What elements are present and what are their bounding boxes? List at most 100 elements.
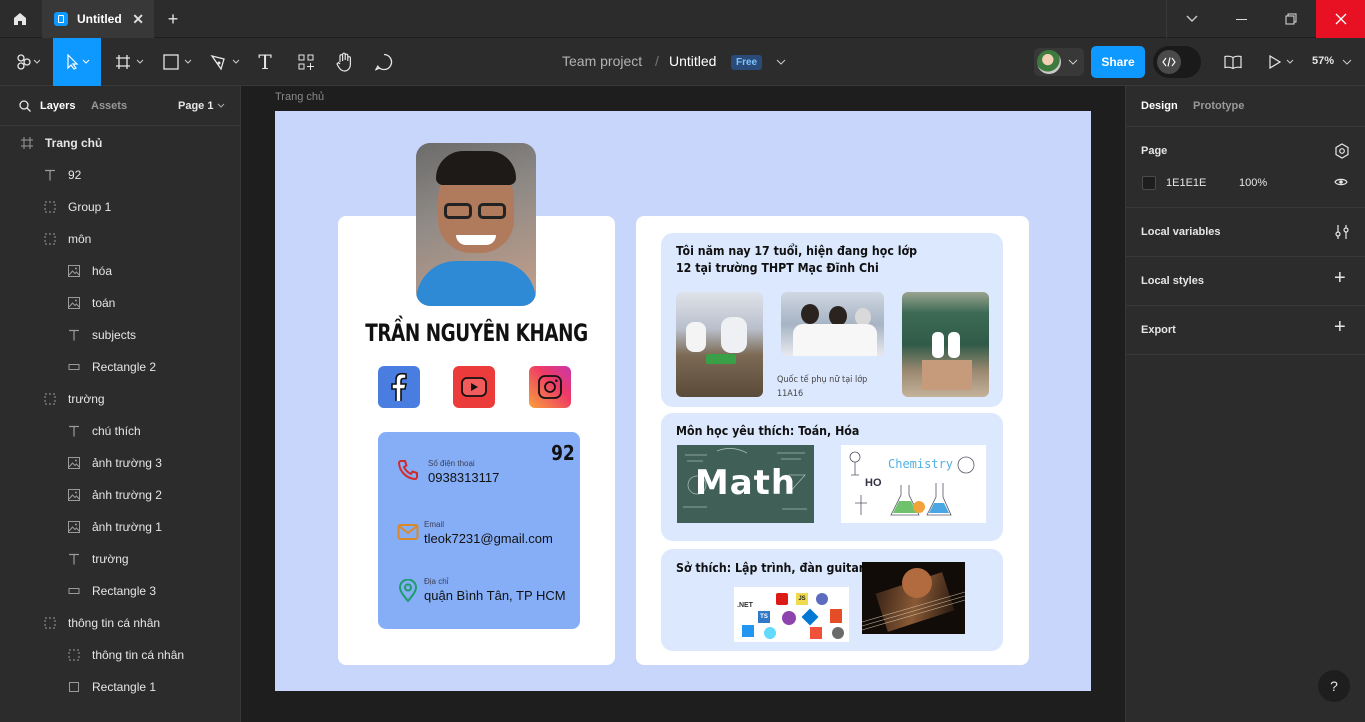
toolbar: T Team project / Untitled Free Share 57% bbox=[0, 38, 1365, 86]
hand-tool-icon[interactable] bbox=[332, 38, 358, 86]
minimize-icon[interactable] bbox=[1216, 0, 1266, 38]
present-icon[interactable] bbox=[1265, 38, 1299, 86]
guitar-image[interactable] bbox=[862, 562, 965, 634]
restore-icon[interactable] bbox=[1266, 0, 1316, 38]
tab-design[interactable]: Design bbox=[1141, 100, 1178, 112]
facebook-icon[interactable] bbox=[378, 366, 420, 408]
school-photo-2[interactable] bbox=[781, 292, 884, 356]
layer-row[interactable]: trường bbox=[43, 383, 105, 415]
school-photo-3[interactable] bbox=[902, 292, 989, 397]
layer-name: toán bbox=[92, 296, 116, 310]
eye-icon[interactable] bbox=[1334, 177, 1348, 187]
home-icon[interactable] bbox=[0, 0, 40, 38]
file-tab[interactable]: Untitled ✕ bbox=[42, 0, 154, 38]
layer-row[interactable]: Trang chủ bbox=[20, 127, 102, 159]
move-tool-icon[interactable] bbox=[53, 38, 101, 86]
close-icon[interactable]: ✕ bbox=[132, 11, 144, 28]
tab-prototype[interactable]: Prototype bbox=[1193, 100, 1244, 112]
export-label[interactable]: Export bbox=[1141, 324, 1176, 336]
canvas[interactable]: Trang chủ TRẦN NGUYÊN KHANG 92 Số điện t… bbox=[242, 86, 1125, 722]
page-opacity-value[interactable]: 100% bbox=[1239, 177, 1267, 189]
math-image[interactable]: Math bbox=[677, 445, 814, 523]
phone-value[interactable]: 0938313117 bbox=[428, 470, 499, 485]
programming-logos-image[interactable]: .NET JS TS bbox=[734, 587, 849, 642]
contact-number[interactable]: 92 bbox=[551, 441, 575, 465]
tab-assets[interactable]: Assets bbox=[91, 100, 127, 112]
chemistry-image[interactable]: Chemistry HO bbox=[841, 445, 986, 523]
layer-row[interactable]: ảnh trường 1 bbox=[67, 511, 162, 543]
layer-row[interactable]: toán bbox=[67, 287, 115, 319]
zoom-level[interactable]: 57% bbox=[1312, 55, 1334, 67]
page-selector[interactable]: Page 1 bbox=[178, 100, 213, 112]
hobbies-title[interactable]: Sở thích: Lập trình, đàn guitar bbox=[676, 561, 864, 575]
window-close-icon[interactable] bbox=[1316, 0, 1365, 38]
subjects-title[interactable]: Môn học yêu thích: Toán, Hóa bbox=[676, 424, 859, 438]
layer-row[interactable]: subjects bbox=[67, 319, 136, 351]
variables-icon[interactable] bbox=[1334, 224, 1350, 240]
layer-name: Trang chủ bbox=[45, 136, 103, 150]
layer-row[interactable]: ảnh trường 2 bbox=[67, 479, 162, 511]
chevron-down-icon[interactable] bbox=[1166, 0, 1216, 38]
dev-mode-toggle[interactable] bbox=[1153, 46, 1201, 78]
add-style-icon[interactable]: + bbox=[1334, 267, 1346, 290]
school-text[interactable]: Tôi năm nay 17 tuổi, hiện đang học lớp 1… bbox=[676, 243, 917, 277]
email-value[interactable]: tleok7231@gmail.com bbox=[424, 531, 553, 546]
frame-label[interactable]: Trang chủ bbox=[275, 91, 324, 103]
group-icon bbox=[43, 392, 57, 406]
rectangle-tool-icon[interactable] bbox=[160, 38, 196, 86]
layer-row[interactable]: 92 bbox=[43, 159, 81, 191]
frame-tool-icon[interactable] bbox=[112, 38, 148, 86]
school-photo-1[interactable] bbox=[676, 292, 763, 397]
profile-photo[interactable] bbox=[416, 143, 536, 306]
school-text-line1: Tôi năm nay 17 tuổi, hiện đang học lớp bbox=[676, 244, 918, 258]
csharp-logo-icon bbox=[816, 593, 828, 605]
resources-tool-icon[interactable] bbox=[293, 38, 319, 86]
search-icon[interactable] bbox=[19, 100, 31, 112]
layer-row[interactable]: thông tin cá nhân bbox=[67, 639, 184, 671]
layer-name: trường bbox=[68, 392, 105, 406]
youtube-icon[interactable] bbox=[453, 366, 495, 408]
add-export-icon[interactable]: + bbox=[1334, 316, 1346, 339]
local-styles-label[interactable]: Local styles bbox=[1141, 275, 1204, 287]
page-color-value[interactable]: 1E1E1E bbox=[1166, 177, 1206, 189]
react-logo-icon bbox=[764, 627, 776, 639]
frame-trang-chu[interactable]: TRẦN NGUYÊN KHANG 92 Số điện thoại 09383… bbox=[275, 111, 1091, 691]
plus-icon[interactable]: + bbox=[162, 0, 184, 38]
layer-row[interactable]: Rectangle 2 bbox=[67, 351, 156, 383]
js-logo: JS bbox=[796, 593, 808, 605]
layer-row[interactable]: Group 1 bbox=[43, 191, 111, 223]
local-variables-label[interactable]: Local variables bbox=[1141, 226, 1221, 238]
layer-row[interactable]: Rectangle 3 bbox=[67, 575, 156, 607]
address-value[interactable]: quận Bình Tân, TP HCM bbox=[424, 588, 566, 603]
school-caption[interactable]: Quốc tế phụ nữ tại lớp 11A16 bbox=[777, 373, 867, 401]
email-label: Email bbox=[424, 520, 445, 529]
layer-row[interactable]: môn bbox=[43, 223, 91, 255]
file-menu-chevron-icon[interactable] bbox=[774, 38, 788, 86]
layer-row[interactable]: thông tin cá nhân bbox=[43, 607, 160, 639]
page-settings-icon[interactable] bbox=[1334, 143, 1350, 159]
page-color-swatch[interactable] bbox=[1142, 176, 1156, 190]
file-name[interactable]: Untitled bbox=[669, 53, 716, 69]
share-button[interactable]: Share bbox=[1091, 46, 1145, 78]
main-menu-icon[interactable] bbox=[8, 38, 48, 86]
help-button[interactable]: ? bbox=[1318, 670, 1350, 702]
text-tool-icon[interactable]: T bbox=[252, 38, 278, 86]
layer-name: hóa bbox=[92, 264, 113, 278]
layer-row[interactable]: ảnh trường 3 bbox=[67, 447, 162, 479]
instagram-icon[interactable] bbox=[529, 366, 571, 408]
tab-layers[interactable]: Layers bbox=[40, 100, 75, 112]
tab-title: Untitled bbox=[77, 12, 122, 26]
library-icon[interactable] bbox=[1220, 38, 1246, 86]
figma-file-icon bbox=[54, 12, 68, 26]
layer-row[interactable]: hóa bbox=[67, 255, 112, 287]
breadcrumb-team[interactable]: Team project bbox=[562, 53, 642, 69]
layer-row[interactable]: chú thích bbox=[67, 415, 141, 447]
profile-name[interactable]: TRẦN NGUYÊN KHANG bbox=[359, 319, 594, 347]
zoom-chevron-icon[interactable] bbox=[1342, 59, 1352, 65]
layer-row[interactable]: Rectangle 1 bbox=[67, 671, 156, 703]
layer-row[interactable]: trường bbox=[67, 543, 129, 575]
avatar-menu[interactable] bbox=[1034, 48, 1084, 76]
pen-tool-icon[interactable] bbox=[207, 38, 243, 86]
net-logo: .NET bbox=[737, 602, 753, 609]
comment-tool-icon[interactable] bbox=[371, 38, 397, 86]
